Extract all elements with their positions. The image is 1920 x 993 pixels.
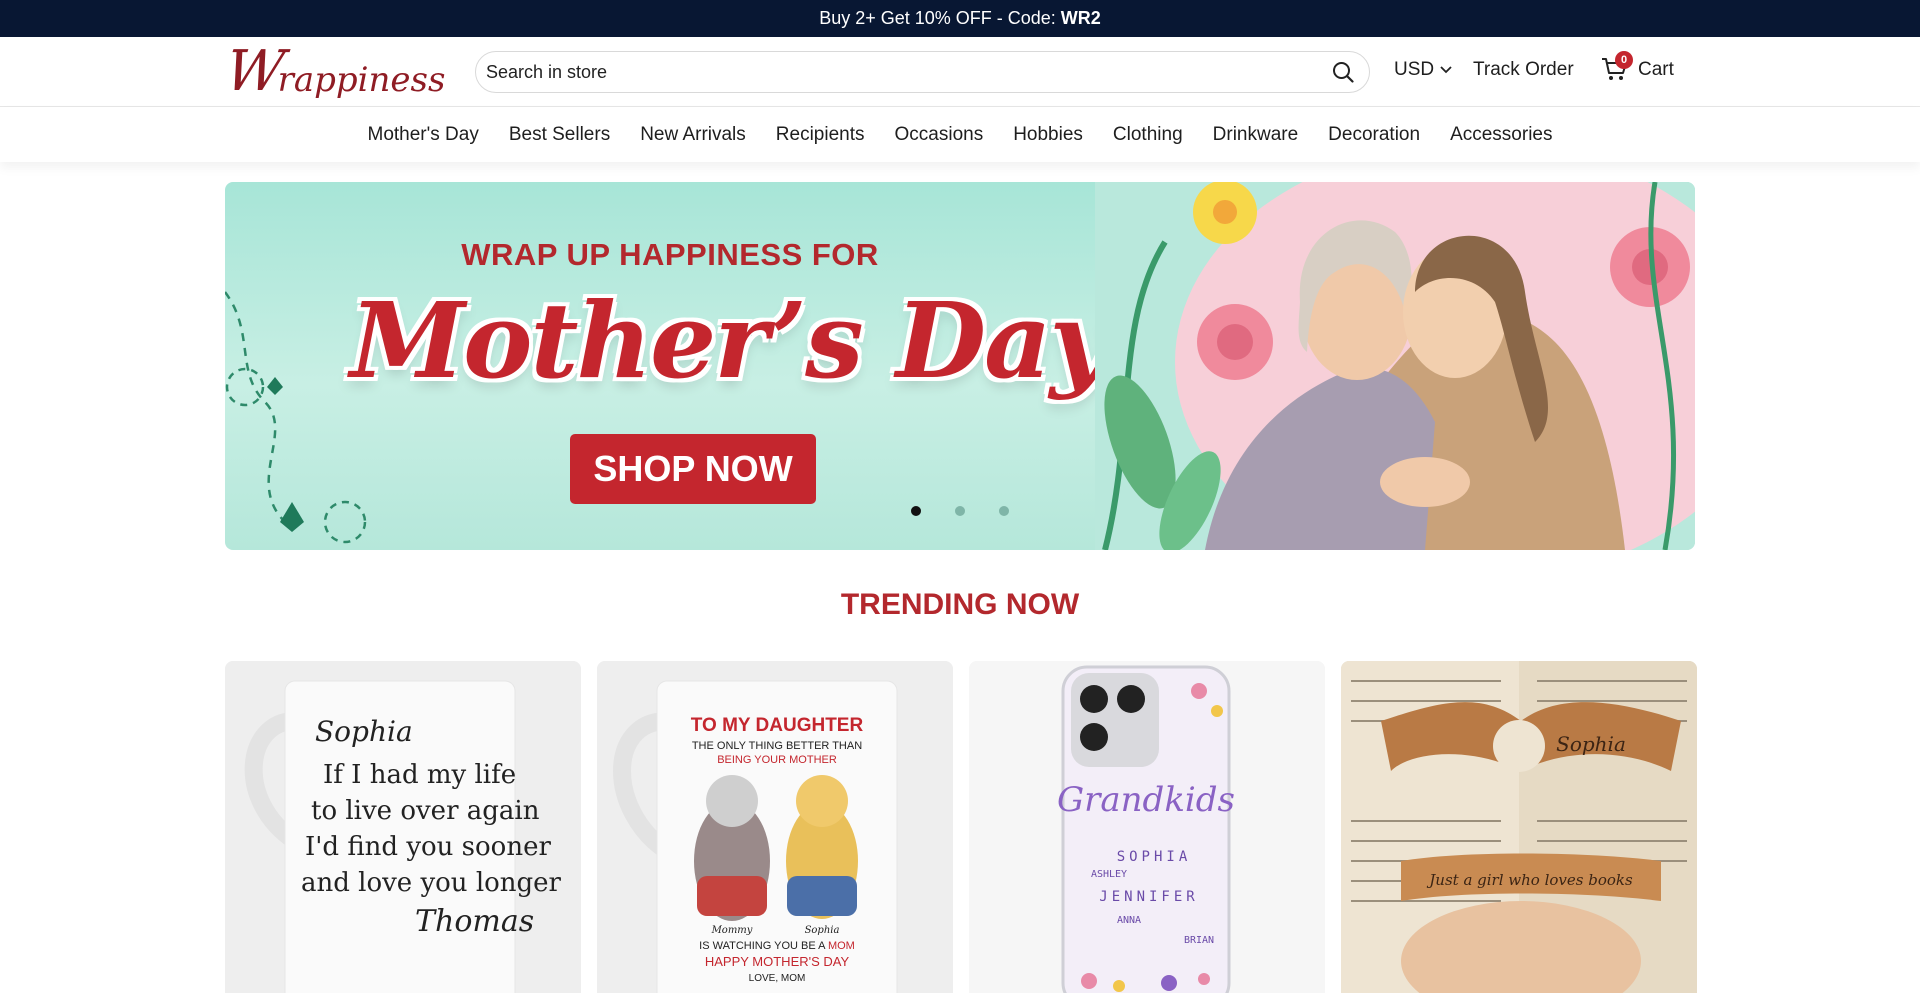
holder-name: Sophia [1556, 732, 1626, 756]
product-image: Grandkids SOPHIA JENNIFER ASHLEY ANNA BR… [969, 661, 1325, 993]
currency-selector[interactable]: USD [1394, 59, 1452, 81]
mug-line: LOVE, MOM [749, 973, 806, 984]
nav-item-recipients[interactable]: Recipients [776, 124, 865, 146]
carousel-dot[interactable] [999, 506, 1009, 516]
nav-item-decoration[interactable]: Decoration [1328, 124, 1420, 146]
carousel-dot[interactable] [955, 506, 965, 516]
chevron-down-icon [1440, 66, 1452, 74]
case-name: BRIAN [1184, 935, 1214, 946]
nav-item-drinkware[interactable]: Drinkware [1213, 124, 1299, 146]
mug-line: THE ONLY THING BETTER THAN [692, 740, 862, 752]
mug-line: If I had my life [323, 760, 516, 790]
promo-code: WR2 [1060, 8, 1101, 28]
product-card[interactable]: Grandkids SOPHIA JENNIFER ASHLEY ANNA BR… [969, 661, 1325, 993]
logo[interactable]: W rappiness [222, 39, 446, 104]
mug-heading: TO MY DAUGHTER [691, 715, 864, 736]
announcement-text: Buy 2+ Get 10% OFF - Code: [819, 8, 1056, 28]
mug-label: Sophia [805, 925, 840, 936]
mother-daughter-photo [1095, 182, 1695, 550]
nav-item-new-arrivals[interactable]: New Arrivals [640, 124, 746, 146]
cart-button[interactable]: 0 Cart [1600, 51, 1674, 85]
mug-line-highlight: MOM [828, 940, 855, 952]
hero-banner[interactable]: WRAP UP HAPPINESS FOR Mother’s Day SHOP … [225, 182, 1695, 550]
section-title: TRENDING NOW [840, 588, 1080, 621]
cart-label: Cart [1638, 59, 1674, 80]
logo-initial: W [221, 39, 289, 104]
search-input[interactable] [486, 61, 1329, 83]
search-icon[interactable] [1329, 58, 1357, 86]
shop-now-button[interactable]: SHOP NOW [570, 434, 816, 504]
product-image: TO MY DAUGHTER THE ONLY THING BETTER THA… [597, 661, 953, 993]
currency-label: USD [1394, 59, 1435, 80]
case-name: ASHLEY [1091, 869, 1127, 880]
nav-item-occasions[interactable]: Occasions [895, 124, 984, 146]
nav-item-best-sellers[interactable]: Best Sellers [509, 124, 610, 146]
mug-line: to live over again [311, 796, 540, 826]
banner-title: Mother’s Day [350, 279, 1110, 402]
cart-icon: 0 [1600, 51, 1633, 85]
mug-line: HAPPY MOTHER'S DAY [705, 954, 850, 969]
product-image: Sophia If I had my life to live over aga… [225, 661, 581, 993]
product-grid: Sophia If I had my life to live over aga… [225, 661, 1697, 993]
mug-label: Mommy [711, 925, 753, 936]
carousel-dot[interactable] [911, 506, 921, 516]
nav-item-hobbies[interactable]: Hobbies [1013, 124, 1083, 146]
cart-count-badge: 0 [1615, 51, 1633, 69]
search-bar [475, 51, 1370, 93]
mug-line: IS WATCHING YOU BE A [699, 940, 826, 952]
product-card[interactable]: TO MY DAUGHTER THE ONLY THING BETTER THA… [597, 661, 953, 993]
product-card[interactable]: Sophia If I had my life to live over aga… [225, 661, 581, 993]
nav-item-accessories[interactable]: Accessories [1450, 124, 1552, 146]
product-image: Sophia Just a girl who loves books [1341, 661, 1697, 993]
track-order-link[interactable]: Track Order [1473, 59, 1574, 81]
product-card[interactable]: Sophia Just a girl who loves books [1341, 661, 1697, 993]
case-name: ANNA [1117, 915, 1141, 926]
carousel-dots [911, 506, 1009, 516]
mug-name: Sophia [315, 715, 413, 748]
mug-line: and love you longer [301, 868, 562, 898]
mug-line: I'd find you sooner [305, 832, 551, 862]
banner-tagline: WRAP UP HAPPINESS FOR [461, 237, 879, 272]
mug-line: BEING YOUR MOTHER [717, 754, 837, 766]
banner-headline: WRAP UP HAPPINESS FOR Mother’s Day [350, 237, 1110, 402]
case-name: JENNIFER [1099, 889, 1198, 905]
case-name: SOPHIA [1117, 849, 1192, 865]
mug-signature: Thomas [415, 904, 534, 939]
logo-text: rappiness [277, 60, 446, 100]
main-nav: Mother's Day Best Sellers New Arrivals R… [0, 107, 1920, 162]
nav-item-mothers-day[interactable]: Mother's Day [368, 124, 479, 146]
header: W rappiness USD Track Order 0 Cart [0, 37, 1920, 107]
announcement-bar: Buy 2+ Get 10% OFF - Code: WR2 [0, 0, 1920, 37]
holder-caption: Just a girl who loves books [1426, 871, 1633, 889]
case-title: Grandkids [1057, 780, 1235, 820]
svg-text:IS WATCHING YOU BE A MOM: IS WATCHING YOU BE A MOM [699, 940, 855, 952]
nav-item-clothing[interactable]: Clothing [1113, 124, 1183, 146]
